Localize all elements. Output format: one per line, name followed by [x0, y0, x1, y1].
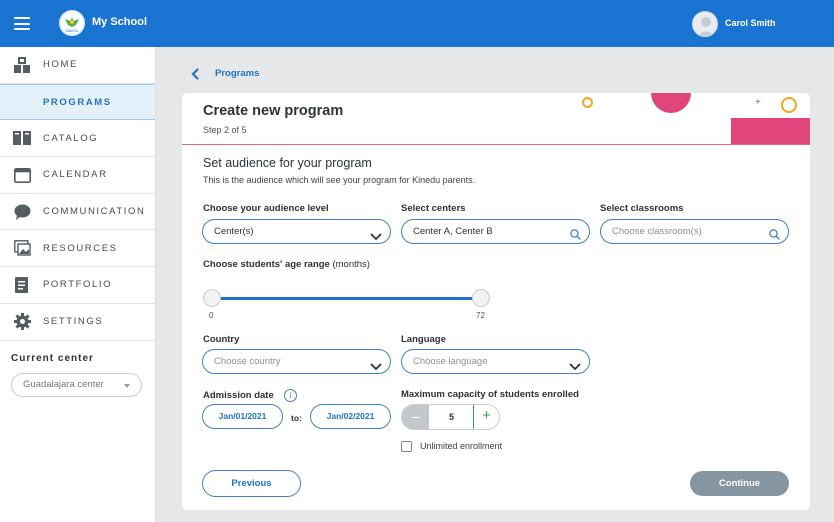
caret-down-icon	[124, 384, 130, 388]
age-range-label-text: Choose students' age range	[203, 259, 330, 270]
unlimited-enrollment-label[interactable]: Unlimited enrollment	[420, 441, 502, 451]
blocks-icon	[13, 56, 31, 74]
date-range-to-label: to:	[291, 413, 302, 423]
age-range-max-value: 72	[476, 311, 485, 320]
chevron-down-icon	[370, 227, 382, 250]
decorative-plus-icon: +	[755, 97, 761, 108]
capacity-label: Maximum capacity of students enrolled	[401, 389, 579, 400]
decrement-button[interactable]: –	[402, 405, 429, 429]
decorative-pink-circle	[651, 93, 691, 113]
sidebar-item-label: COMMUNICATION	[43, 206, 146, 218]
app-title: My School	[92, 16, 148, 28]
admission-start-date[interactable]: Jan/01/2021	[202, 404, 283, 429]
age-range-max-handle[interactable]	[472, 289, 490, 307]
country-select[interactable]: Choose country	[202, 349, 391, 374]
chat-bubble-icon	[13, 203, 31, 221]
classrooms-input[interactable]: Choose classroom(s)	[600, 219, 789, 244]
top-bar: KINEDU My School Carol Smith	[0, 0, 834, 47]
book-icon	[13, 129, 31, 147]
breadcrumb[interactable]: Programs	[215, 68, 259, 79]
centers-input[interactable]: Center A, Center B	[401, 219, 590, 244]
age-range-min-value: 0	[209, 311, 214, 320]
decorative-pink-block	[731, 118, 810, 145]
user-name[interactable]: Carol Smith	[725, 18, 776, 28]
age-range-unit: (months)	[332, 259, 370, 270]
sidebar: HOME PROGRAMS CATALOG CALENDAR COMMUNICA…	[0, 47, 156, 522]
sidebar-item-resources[interactable]: RESOURCES	[0, 230, 155, 268]
menu-icon[interactable]	[14, 17, 30, 30]
sidebar-item-settings[interactable]: SETTINGS	[0, 304, 155, 341]
sidebar-item-label: HOME	[43, 59, 78, 71]
increment-button[interactable]: +	[473, 405, 499, 429]
unlimited-enrollment-checkbox[interactable]	[401, 441, 412, 452]
centers-value: Center A, Center B	[413, 226, 493, 237]
continue-button[interactable]: Continue	[690, 471, 789, 496]
age-range-min-handle[interactable]	[203, 289, 221, 307]
current-center-value: Guadalajara center	[23, 379, 104, 390]
sidebar-item-portfolio[interactable]: PORTFOLIO	[0, 267, 155, 304]
search-icon	[570, 226, 581, 249]
age-range-track[interactable]	[212, 297, 482, 300]
decorative-orange-ring	[582, 97, 593, 108]
audience-level-select[interactable]: Center(s)	[202, 219, 391, 244]
sidebar-item-home[interactable]: HOME	[0, 47, 155, 84]
sidebar-item-programs[interactable]: PROGRAMS	[0, 83, 155, 121]
sidebar-item-communication[interactable]: COMMUNICATION	[0, 194, 155, 231]
capacity-value[interactable]: 5	[429, 405, 474, 429]
step-indicator: Step 2 of 5	[203, 125, 247, 135]
gear-icon	[13, 313, 31, 331]
admission-date-label: Admission date	[203, 390, 274, 401]
section-subtitle: This is the audience which will see your…	[203, 175, 476, 185]
capacity-stepper: – 5 +	[401, 404, 500, 430]
age-range-label: Choose students' age range (months)	[203, 259, 370, 270]
avatar[interactable]	[692, 11, 718, 37]
sidebar-item-calendar[interactable]: CALENDAR	[0, 157, 155, 194]
current-center-label: Current center	[11, 353, 94, 364]
info-icon[interactable]: i	[284, 389, 297, 402]
language-label: Language	[401, 334, 446, 345]
calendar-icon	[13, 166, 31, 184]
sidebar-item-label: PROGRAMS	[43, 96, 112, 108]
school-logo: KINEDU	[59, 10, 85, 36]
audience-level-label: Choose your audience level	[203, 203, 329, 214]
sidebar-item-label: CALENDAR	[43, 169, 108, 181]
svg-text:KINEDU: KINEDU	[66, 29, 79, 33]
chevron-down-icon	[569, 357, 581, 380]
document-icon	[13, 276, 31, 294]
sidebar-item-label: SETTINGS	[43, 316, 104, 328]
language-placeholder: Choose language	[413, 356, 488, 367]
audience-level-value: Center(s)	[214, 226, 254, 237]
language-select[interactable]: Choose language	[401, 349, 590, 374]
chevron-down-icon	[370, 357, 382, 380]
header-divider	[182, 144, 810, 145]
page-title: Create new program	[203, 103, 344, 119]
sidebar-item-label: CATALOG	[43, 132, 99, 144]
classrooms-label: Select classrooms	[600, 203, 684, 214]
section-title: Set audience for your program	[203, 156, 372, 170]
current-center-select[interactable]: Guadalajara center	[11, 373, 142, 397]
country-placeholder: Choose country	[214, 356, 281, 367]
sidebar-item-label: PORTFOLIO	[43, 279, 113, 291]
create-program-card: + Create new program Step 2 of 5 Set aud…	[182, 93, 810, 510]
centers-label: Select centers	[401, 203, 466, 214]
decorative-orange-ring	[781, 97, 797, 113]
admission-end-date[interactable]: Jan/02/2021	[310, 404, 391, 429]
classrooms-placeholder: Choose classroom(s)	[612, 226, 702, 237]
search-icon	[769, 226, 780, 249]
country-label: Country	[203, 334, 240, 345]
image-folder-icon	[13, 239, 31, 257]
back-chevron-icon[interactable]	[190, 67, 200, 80]
sidebar-item-catalog[interactable]: CATALOG	[0, 120, 155, 158]
previous-button[interactable]: Previous	[202, 470, 301, 497]
sidebar-item-label: RESOURCES	[43, 242, 118, 254]
